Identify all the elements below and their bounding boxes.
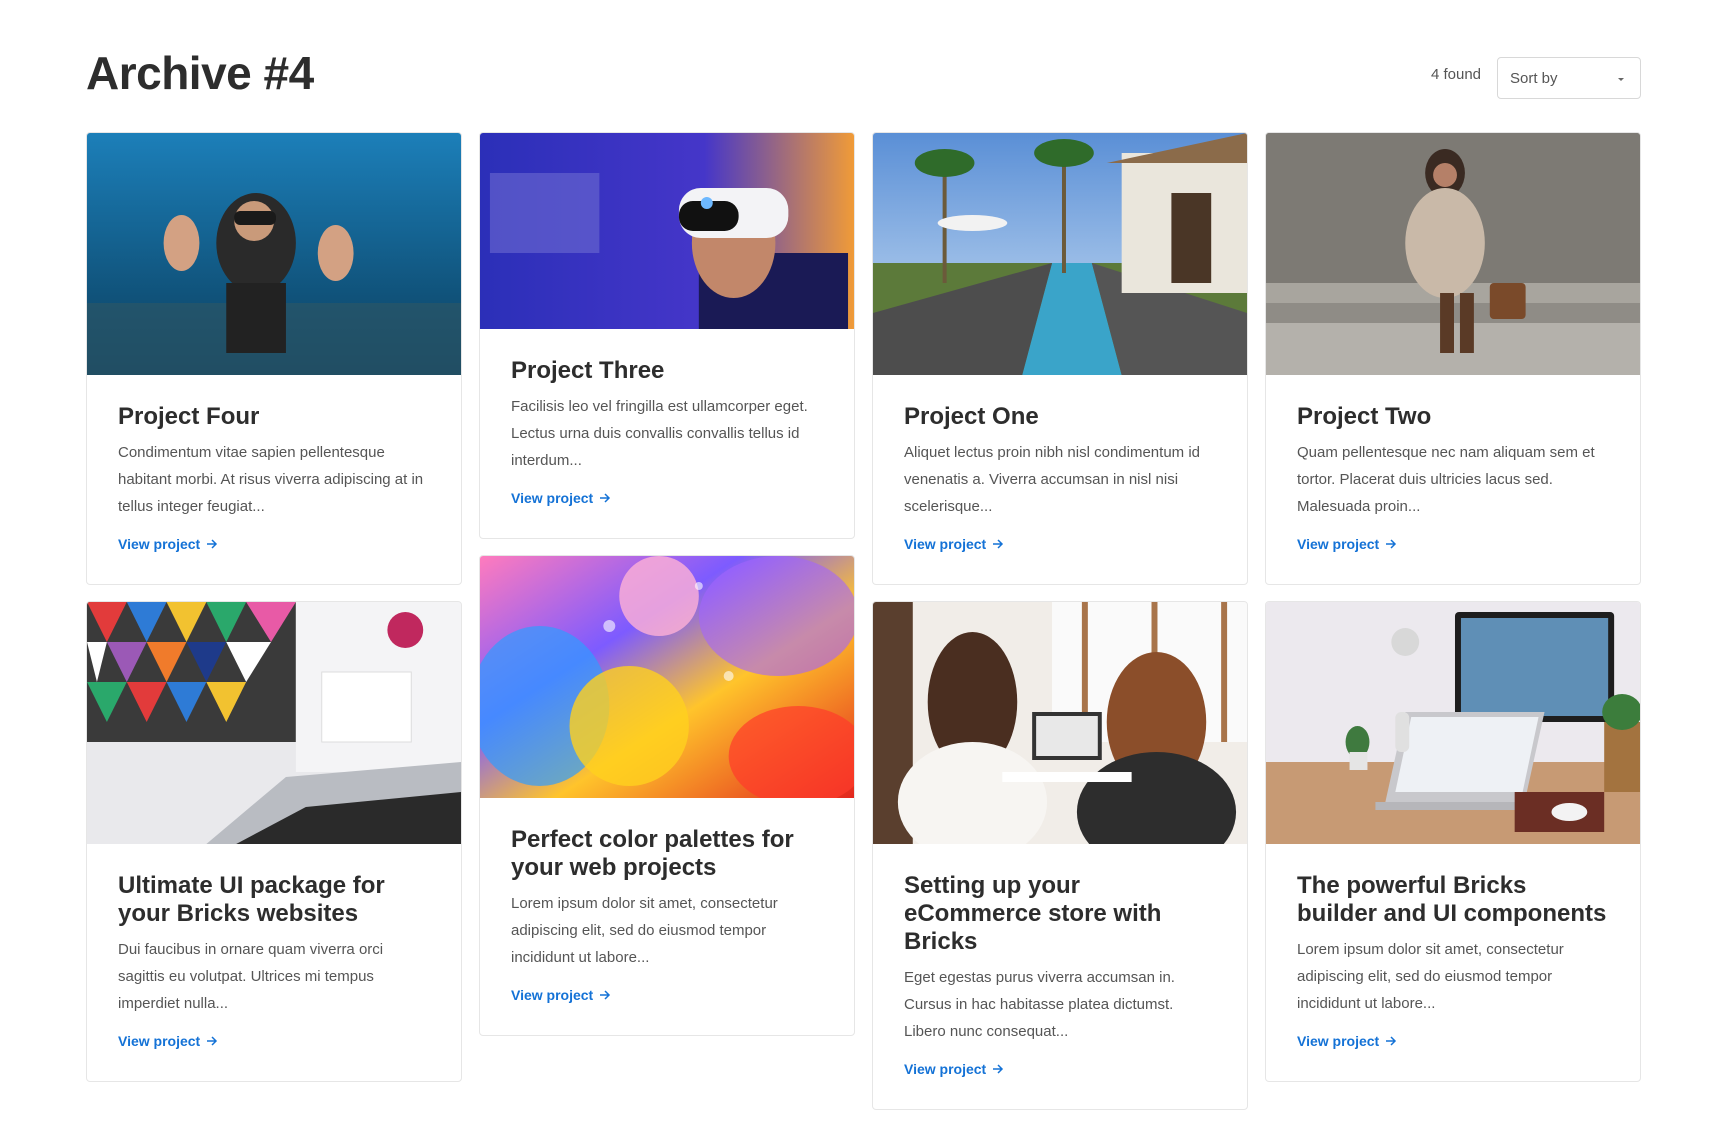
view-project-link[interactable]: View project — [1297, 1033, 1397, 1049]
card-image — [1266, 602, 1640, 844]
project-card[interactable]: Project One Aliquet lectus proin nibh ni… — [872, 132, 1248, 585]
project-card[interactable]: Setting up your eCommerce store with Bri… — [872, 601, 1248, 1110]
oil-bubbles-image — [480, 556, 854, 798]
card-image — [87, 602, 461, 844]
project-card[interactable]: Perfect color palettes for your web proj… — [479, 555, 855, 1036]
view-project-label: View project — [118, 1033, 201, 1049]
project-card[interactable]: Project Two Quam pellentesque nec nam al… — [1265, 132, 1641, 585]
arrow-right-icon — [1386, 1036, 1397, 1046]
card-title: Project Three — [511, 357, 665, 384]
grid-column-1: Project Four Condimentum vitae sapien pe… — [86, 132, 462, 1098]
page-title: Archive #4 — [86, 47, 314, 99]
card-title: Ultimate UI package for your Bricks webs… — [118, 872, 385, 927]
card-body: Perfect color palettes for your web proj… — [480, 798, 854, 1035]
card-title: The powerful Bricks builder and UI compo… — [1297, 872, 1607, 927]
view-project-label: View project — [904, 536, 987, 552]
card-body: Project Four Condimentum vitae sapien pe… — [87, 375, 461, 584]
view-project-label: View project — [1297, 536, 1380, 552]
card-body: Project One Aliquet lectus proin nibh ni… — [873, 375, 1247, 584]
view-project-label: View project — [118, 536, 201, 552]
card-body: Project Three Facilisis leo vel fringill… — [480, 329, 854, 538]
two-women-laptop-image — [873, 602, 1247, 844]
card-excerpt: Dui faucibus in ornare quam viverra orci… — [118, 941, 384, 1012]
card-title: Setting up your eCommerce store with Bri… — [904, 872, 1162, 955]
card-body: Ultimate UI package for your Bricks webs… — [87, 844, 461, 1081]
view-project-link[interactable]: View project — [118, 536, 218, 552]
card-image — [480, 133, 854, 329]
woman-on-steps-image — [1266, 133, 1640, 375]
view-project-link[interactable]: View project — [511, 490, 611, 506]
card-excerpt: Lorem ipsum dolor sit amet, consectetur … — [511, 895, 778, 966]
arrow-right-icon — [993, 1064, 1004, 1074]
arrow-right-icon — [600, 493, 611, 503]
project-card[interactable]: Project Four Condimentum vitae sapien pe… — [86, 132, 462, 585]
card-excerpt: Eget egestas purus viverra accumsan in. … — [904, 969, 1175, 1040]
view-project-link[interactable]: View project — [511, 987, 611, 1003]
sort-label: Sort by — [1510, 70, 1558, 87]
project-card[interactable]: The powerful Bricks builder and UI compo… — [1265, 601, 1641, 1082]
card-image — [87, 133, 461, 375]
card-body: Project Two Quam pellentesque nec nam al… — [1266, 375, 1640, 584]
card-excerpt: Condimentum vitae sapien pellentesque ha… — [118, 444, 424, 515]
card-body: The powerful Bricks builder and UI compo… — [1266, 844, 1640, 1081]
view-project-link[interactable]: View project — [904, 1061, 1004, 1077]
view-project-link[interactable]: View project — [118, 1033, 218, 1049]
chevron-down-icon — [1618, 78, 1624, 81]
desk-laptop-monitor-image — [1266, 602, 1640, 844]
arrow-right-icon — [993, 539, 1004, 549]
card-image — [873, 133, 1247, 375]
arrow-right-icon — [1386, 539, 1397, 549]
archive-header: Archive #4 4 found Sort by — [86, 42, 1641, 102]
grid-column-3: Project One Aliquet lectus proin nibh ni… — [872, 132, 1248, 1126]
archive-page: Archive #4 4 found Sort by Project Four … — [0, 0, 1721, 1147]
view-project-label: View project — [904, 1061, 987, 1077]
grid-column-2: Project Three Facilisis leo vel fringill… — [479, 132, 855, 1052]
card-image — [480, 556, 854, 798]
arrow-right-icon — [207, 1036, 218, 1046]
laptop-colorful-wall-image — [87, 602, 461, 844]
view-project-link[interactable]: View project — [1297, 536, 1397, 552]
view-project-link[interactable]: View project — [904, 536, 1004, 552]
card-image — [1266, 133, 1640, 375]
card-title: Project Two — [1297, 403, 1432, 430]
results-count: 4 found — [1430, 66, 1481, 83]
arrow-right-icon — [207, 539, 218, 549]
resort-pool-image — [873, 133, 1247, 375]
project-card[interactable]: Project Three Facilisis leo vel fringill… — [479, 132, 855, 539]
card-title: Project One — [904, 403, 1039, 430]
arrow-right-icon — [600, 990, 611, 1000]
view-project-label: View project — [511, 987, 594, 1003]
grid-column-4: Project Two Quam pellentesque nec nam al… — [1265, 132, 1641, 1098]
card-excerpt: Aliquet lectus proin nibh nisl condiment… — [904, 444, 1200, 515]
card-title: Perfect color palettes for your web proj… — [511, 826, 794, 881]
view-project-label: View project — [1297, 1033, 1380, 1049]
scuba-diver-image — [87, 133, 461, 375]
card-image — [873, 602, 1247, 844]
card-excerpt: Lorem ipsum dolor sit amet, consectetur … — [1297, 941, 1564, 1012]
vr-headset-image — [480, 133, 854, 329]
project-card[interactable]: Ultimate UI package for your Bricks webs… — [86, 601, 462, 1082]
sort-select[interactable]: Sort by — [1497, 57, 1641, 99]
view-project-label: View project — [511, 490, 594, 506]
card-excerpt: Quam pellentesque nec nam aliquam sem et… — [1297, 444, 1595, 515]
card-body: Setting up your eCommerce store with Bri… — [873, 844, 1247, 1109]
card-excerpt: Facilisis leo vel fringilla est ullamcor… — [511, 398, 808, 469]
card-title: Project Four — [118, 403, 260, 430]
